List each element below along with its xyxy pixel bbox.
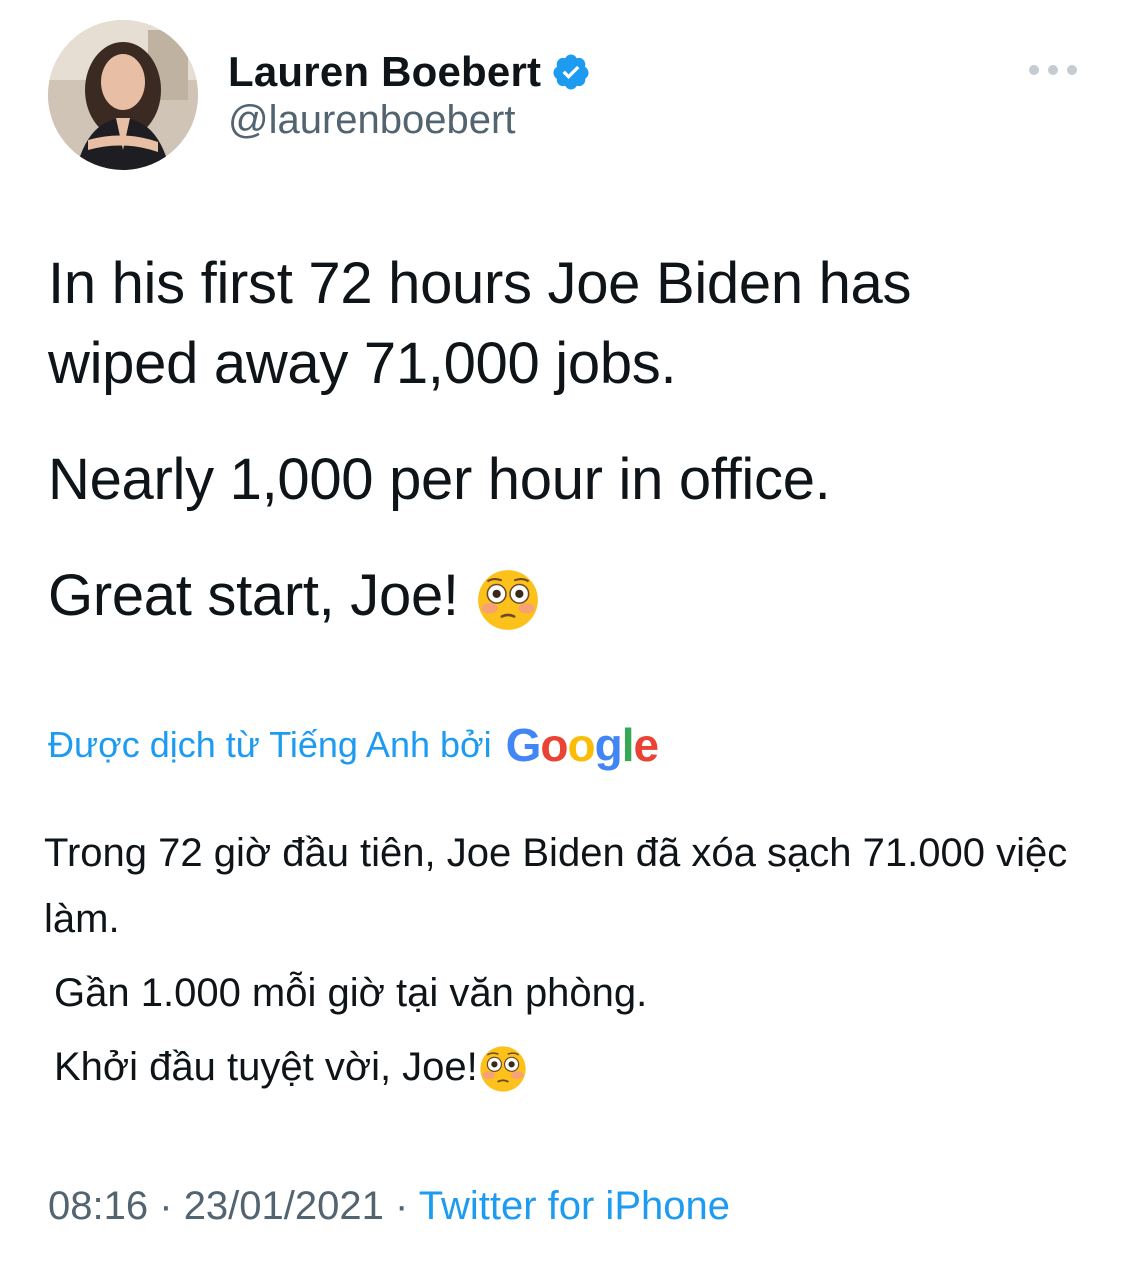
google-logo-letter: o <box>567 719 596 771</box>
google-logo-letter: e <box>633 719 660 771</box>
tweet-paragraph: Nearly 1,000 per hour in office. <box>48 447 831 512</box>
translation-text: Trong 72 giờ đầu tiên, Joe Biden đã xóa … <box>44 820 1084 1100</box>
meta-separator: · <box>159 1184 173 1228</box>
google-logo-letter: g <box>594 719 623 771</box>
author-handle[interactable]: @laurenboebert <box>228 98 515 143</box>
meta-separator: · <box>395 1184 409 1228</box>
tweet-date[interactable]: 23/01/2021 <box>184 1184 384 1228</box>
google-logo: Google <box>505 719 660 771</box>
translation-paragraph: Trong 72 giờ đầu tiên, Joe Biden đã xóa … <box>44 831 1068 941</box>
verified-badge-icon <box>551 52 591 92</box>
tweet-time[interactable]: 08:16 <box>48 1184 148 1228</box>
more-options-button[interactable] <box>1029 52 1077 88</box>
translation-paragraph: Gần 1.000 mỗi giờ tại văn phòng. <box>54 971 648 1015</box>
avatar-photo <box>48 20 198 170</box>
flushed-face-emoji-icon <box>478 1044 528 1094</box>
tweet-source-link[interactable]: Twitter for iPhone <box>419 1184 730 1228</box>
google-logo-letter: l <box>621 719 635 771</box>
more-dot-icon <box>1029 65 1039 75</box>
google-logo-letter: G <box>505 719 542 771</box>
translation-paragraph: Khởi đầu tuyệt vời, Joe! <box>44 1034 1084 1100</box>
google-logo-letter: o <box>540 719 568 771</box>
flushed-face-emoji-icon <box>475 567 541 633</box>
tweet-text: In his first 72 hours Joe Biden has wipe… <box>48 244 1048 636</box>
tweet-paragraph: Great start, Joe! <box>48 556 1048 636</box>
tweet-paragraph: In his first 72 hours Joe Biden has wipe… <box>48 251 912 396</box>
author-name[interactable]: Lauren Boebert <box>228 48 541 96</box>
translated-by[interactable]: Được dịch từ Tiếng Anh bởi Google <box>48 719 660 771</box>
translated-by-label: Được dịch từ Tiếng Anh bởi <box>48 724 492 765</box>
avatar[interactable] <box>48 20 198 170</box>
translation-paragraph-text: Khởi đầu tuyệt vời, Joe! <box>54 1045 478 1089</box>
tweet-meta: 08:16 · 23/01/2021 · Twitter for iPhone <box>48 1184 730 1229</box>
more-dot-icon <box>1067 65 1077 75</box>
more-dot-icon <box>1048 65 1058 75</box>
tweet-paragraph-text: Great start, Joe! <box>48 563 459 628</box>
author-name-row[interactable]: Lauren Boebert <box>228 42 591 102</box>
